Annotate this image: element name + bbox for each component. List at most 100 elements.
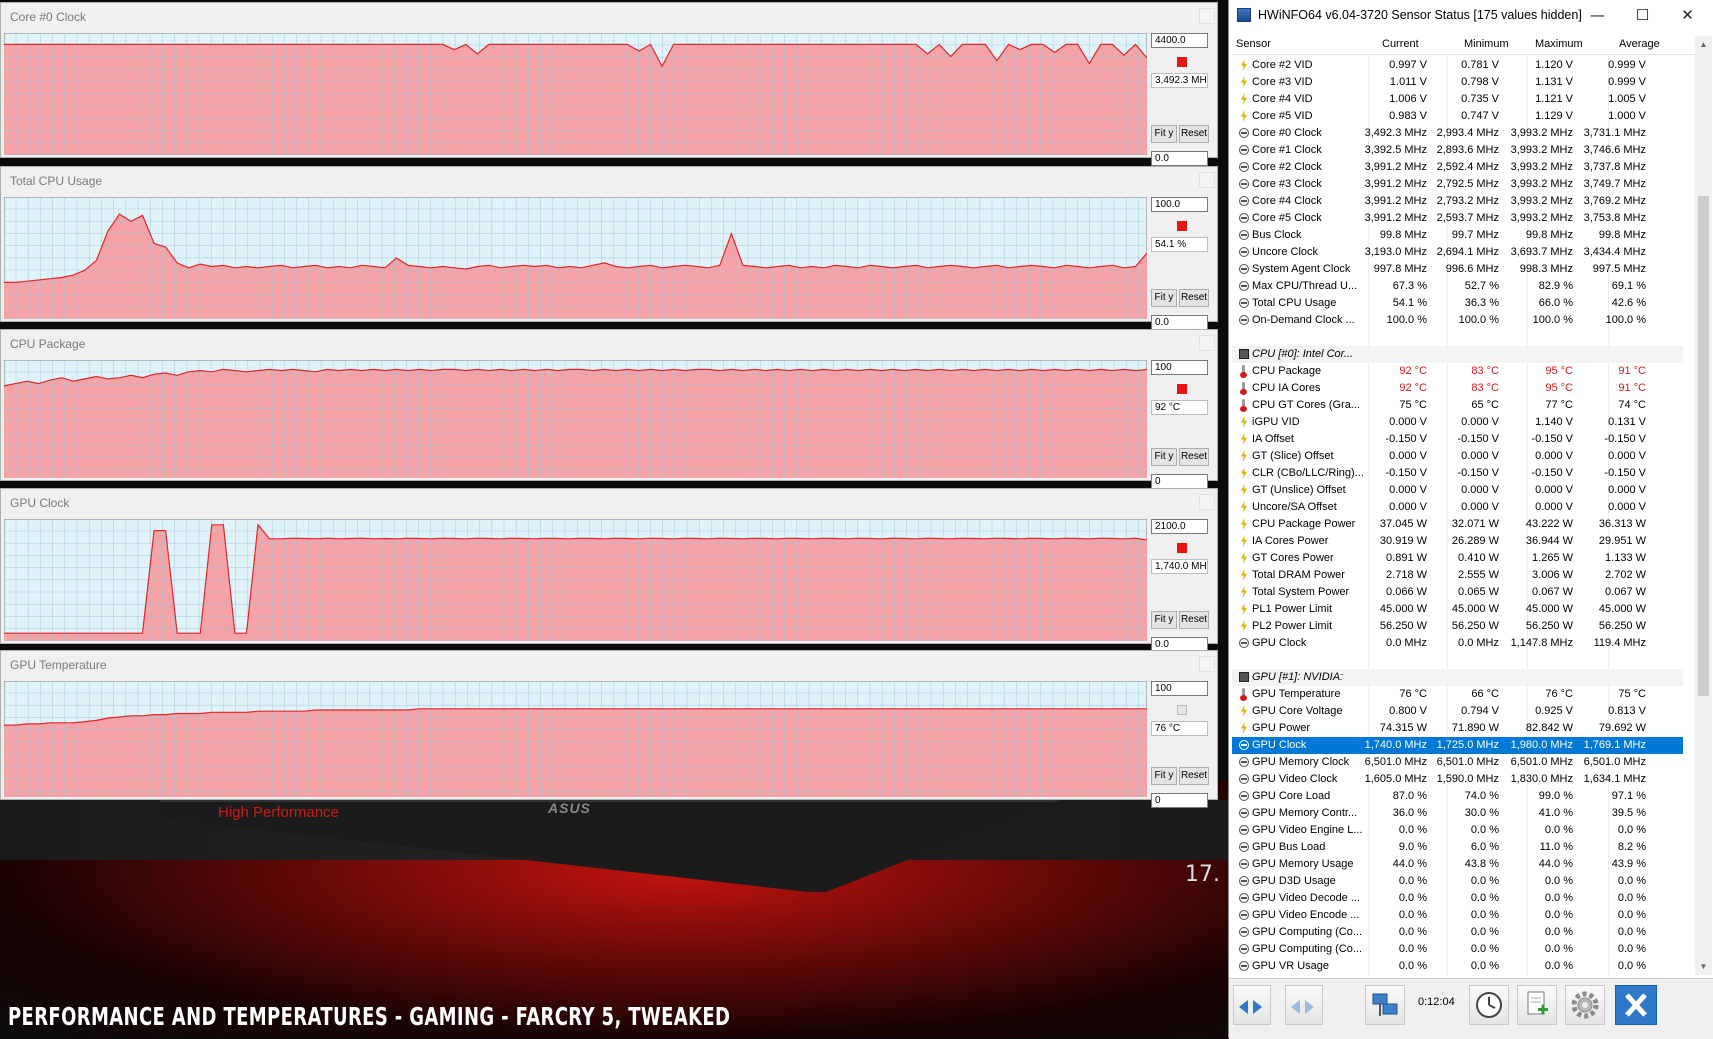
graph-max-input[interactable]: 100 <box>1151 681 1208 696</box>
sensor-row[interactable]: IA Offset -0.150 V -0.150 V -0.150 V -0.150 … <box>1232 431 1683 448</box>
sensor-row[interactable]: System Agent Clock 997.8 MHz 996.6 MHz 998.… <box>1232 261 1683 278</box>
sensor-row[interactable]: Core #5 Clock 3,991.2 MHz 2,593.7 MHz 3,993… <box>1232 210 1683 227</box>
network-button[interactable] <box>1365 985 1405 1025</box>
graph-min-input[interactable]: 0.0 <box>1151 151 1208 166</box>
sensor-row[interactable]: GT (Unslice) Offset 0.000 V 0.000 V 0.000 V… <box>1232 482 1683 499</box>
scroll-thumb[interactable] <box>1698 196 1709 696</box>
graph-min-input[interactable]: 0 <box>1151 793 1208 808</box>
sensor-row[interactable]: Core #4 VID 1.006 V 0.735 V 1.121 V 1.005 V <box>1232 91 1683 108</box>
sensor-row[interactable]: CLR (CBo/LLC/Ring)... -0.150 V -0.150 V -0.… <box>1232 465 1683 482</box>
graph-close-button[interactable] <box>1199 494 1215 510</box>
sensor-row[interactable]: GPU Computing (Co... 0.0 % 0.0 % 0.0 % 0.0 % <box>1232 941 1683 958</box>
graph-color-swatch[interactable] <box>1177 57 1187 67</box>
fit-y-button[interactable]: Fit y <box>1151 611 1177 629</box>
sensor-row[interactable]: GPU Computing (Co... 0.0 % 0.0 % 0.0 % 0.0 % <box>1232 924 1683 941</box>
column-header-sensor[interactable]: Sensor <box>1236 38 1271 50</box>
sensor-row[interactable]: Total CPU Usage 54.1 % 36.3 % 66.0 % 42.6 % <box>1232 295 1683 312</box>
close-button[interactable]: ✕ <box>1665 0 1710 30</box>
maximize-button[interactable]: ☐ <box>1620 0 1665 30</box>
column-header-maximum[interactable]: Maximum <box>1535 38 1583 50</box>
scroll-up-icon[interactable]: ▲ <box>1695 36 1712 53</box>
graph-close-button[interactable] <box>1199 8 1215 24</box>
fit-y-button[interactable]: Fit y <box>1151 125 1177 143</box>
sensor-row[interactable]: PL2 Power Limit 56.250 W 56.250 W 56.250 W5… <box>1232 618 1683 635</box>
reset-button[interactable]: Reset <box>1179 448 1209 466</box>
graph-min-input[interactable]: 0 <box>1151 474 1208 489</box>
sensor-row[interactable]: Core #1 Clock 3,392.5 MHz 2,893.6 MHz 3,993… <box>1232 142 1683 159</box>
graph-min-input[interactable]: 0.0 <box>1151 315 1208 330</box>
sensor-row[interactable]: PL1 Power Limit 45.000 W 45.000 W 45.000 W4… <box>1232 601 1683 618</box>
sensor-row[interactable]: GPU Bus Load 9.0 % 6.0 % 11.0 % 8.2 % <box>1232 839 1683 856</box>
column-header-average[interactable]: Average <box>1619 38 1660 50</box>
sensor-group-row[interactable]: GPU [#1]: NVIDIA: <box>1232 669 1683 686</box>
sensor-row[interactable]: GPU Memory Contr... 36.0 % 30.0 % 41.0 % 39.… <box>1232 805 1683 822</box>
close-sensors-button[interactable] <box>1615 985 1657 1025</box>
sensor-row[interactable]: Core #3 VID 1.011 V 0.798 V 1.131 V 0.999 V <box>1232 74 1683 91</box>
sensor-row[interactable]: Core #2 Clock 3,991.2 MHz 2,592.4 MHz 3,993… <box>1232 159 1683 176</box>
graph-color-swatch[interactable] <box>1177 384 1187 394</box>
graph-close-button[interactable] <box>1199 335 1215 351</box>
navigate-sensors-button[interactable] <box>1233 985 1271 1025</box>
sensor-row[interactable]: Core #0 Clock 3,492.3 MHz 2,993.4 MHz 3,993… <box>1232 125 1683 142</box>
graph-close-button[interactable] <box>1199 172 1215 188</box>
sensor-row[interactable]: GPU Clock 1,740.0 MHz 1,725.0 MHz 1,980.0 M… <box>1232 737 1683 754</box>
clock-button[interactable] <box>1469 985 1509 1025</box>
scroll-down-icon[interactable]: ▼ <box>1695 958 1712 975</box>
graph-max-input[interactable]: 100 <box>1151 360 1208 375</box>
sensor-row[interactable]: GPU Memory Clock 6,501.0 MHz 6,501.0 MHz 6,… <box>1232 754 1683 771</box>
sensor-row[interactable]: GT Cores Power 0.891 W 0.410 W 1.265 W 1.133… <box>1232 550 1683 567</box>
fit-y-button[interactable]: Fit y <box>1151 289 1177 307</box>
reset-button[interactable]: Reset <box>1179 611 1209 629</box>
sensor-row[interactable]: Core #4 Clock 3,991.2 MHz 2,793.2 MHz 3,993… <box>1232 193 1683 210</box>
sensor-row[interactable]: GPU Temperature 76 °C 66 °C 76 °C 75 °C <box>1232 686 1683 703</box>
sensor-row[interactable]: On-Demand Clock ... 100.0 % 100.0 % 100.0 %… <box>1232 312 1683 329</box>
sensor-row[interactable]: Bus Clock 99.8 MHz 99.7 MHz 99.8 MHz 99.8 MH… <box>1232 227 1683 244</box>
reset-button[interactable]: Reset <box>1179 289 1209 307</box>
sensor-row[interactable]: Total System Power 0.066 W 0.065 W 0.067 W0… <box>1232 584 1683 601</box>
reset-button[interactable]: Reset <box>1179 125 1209 143</box>
graph-color-swatch[interactable] <box>1177 221 1187 231</box>
sensor-row[interactable]: GPU Core Load 87.0 % 74.0 % 99.0 % 97.1 % <box>1232 788 1683 805</box>
column-header-current[interactable]: Current <box>1382 38 1419 50</box>
settings-button[interactable] <box>1565 985 1605 1025</box>
sensor-row[interactable]: GPU Clock 0.0 MHz 0.0 MHz 1,147.8 MHz 119.4 … <box>1232 635 1683 652</box>
fit-y-button[interactable]: Fit y <box>1151 767 1177 785</box>
navigate-sensors-alt-button[interactable] <box>1285 985 1323 1025</box>
sensor-row[interactable]: GPU Video Clock 1,605.0 MHz 1,590.0 MHz 1,8… <box>1232 771 1683 788</box>
sensor-row[interactable]: CPU IA Cores 92 °C 83 °C 95 °C 91 °C <box>1232 380 1683 397</box>
sensor-group-row[interactable]: CPU [#0]: Intel Cor... <box>1232 346 1683 363</box>
sensor-scrollbar[interactable]: ▲ ▼ <box>1695 36 1712 975</box>
add-report-button[interactable] <box>1517 985 1557 1025</box>
sensor-row[interactable]: GPU Video Engine L... 0.0 % 0.0 % 0.0 % 0.0 … <box>1232 822 1683 839</box>
fit-y-button[interactable]: Fit y <box>1151 448 1177 466</box>
sensor-row[interactable]: Uncore/SA Offset 0.000 V 0.000 V 0.000 V 0.0… <box>1232 499 1683 516</box>
minimize-button[interactable]: — <box>1575 0 1620 30</box>
column-header-minimum[interactable]: Minimum <box>1464 38 1509 50</box>
graph-max-input[interactable]: 100.0 <box>1151 197 1208 212</box>
sensor-row[interactable]: CPU Package Power 37.045 W 32.071 W 43.222 … <box>1232 516 1683 533</box>
sensor-row[interactable]: Core #5 VID 0.983 V 0.747 V 1.129 V 1.000 V <box>1232 108 1683 125</box>
sensor-row[interactable]: Core #3 Clock 3,991.2 MHz 2,792.5 MHz 3,993… <box>1232 176 1683 193</box>
sensor-row[interactable]: GPU Video Decode ... 0.0 % 0.0 % 0.0 % 0.0 % <box>1232 890 1683 907</box>
sensor-row[interactable]: Core #2 VID 0.997 V 0.781 V 1.120 V 0.999 V <box>1232 57 1683 74</box>
sensor-row[interactable]: GT (Slice) Offset 0.000 V 0.000 V 0.000 V 0.… <box>1232 448 1683 465</box>
sensor-row[interactable]: Max CPU/Thread U... 67.3 % 52.7 % 82.9 % 69.… <box>1232 278 1683 295</box>
reset-button[interactable]: Reset <box>1179 767 1209 785</box>
sensor-row[interactable]: GPU Power 74.315 W 71.890 W 82.842 W 79.692 … <box>1232 720 1683 737</box>
sensor-row[interactable]: GPU Core Voltage 0.800 V 0.794 V 0.925 V 0.8… <box>1232 703 1683 720</box>
sensor-row[interactable]: CPU Package 92 °C 83 °C 95 °C 91 °C <box>1232 363 1683 380</box>
sensor-row[interactable]: IA Cores Power 30.919 W 26.289 W 36.944 W 29… <box>1232 533 1683 550</box>
graph-color-swatch[interactable] <box>1177 705 1187 715</box>
hwinfo-titlebar[interactable]: HWiNFO64 v6.04-3720 Sensor Status [175 v… <box>1229 0 1713 30</box>
sensor-row[interactable]: GPU D3D Usage 0.0 % 0.0 % 0.0 % 0.0 % <box>1232 873 1683 890</box>
sensor-row[interactable]: CPU GT Cores (Gra... 75 °C 65 °C 77 °C 74 °C <box>1232 397 1683 414</box>
sensor-row[interactable]: GPU VR Usage 0.0 % 0.0 % 0.0 % 0.0 % <box>1232 958 1683 975</box>
graph-color-swatch[interactable] <box>1177 543 1187 553</box>
sensor-row[interactable]: Uncore Clock 3,193.0 MHz 2,694.1 MHz 3,693.… <box>1232 244 1683 261</box>
sensor-row[interactable]: GPU Video Encode ... 0.0 % 0.0 % 0.0 % 0.0 % <box>1232 907 1683 924</box>
graph-close-button[interactable] <box>1199 656 1215 672</box>
graph-max-input[interactable]: 4400.0 <box>1151 33 1208 48</box>
graph-max-input[interactable]: 2100.0 <box>1151 519 1208 534</box>
sensor-row[interactable]: Total DRAM Power 2.718 W 2.555 W 3.006 W 2.7… <box>1232 567 1683 584</box>
sensor-row[interactable]: iGPU VID 0.000 V 0.000 V 1.140 V 0.131 V <box>1232 414 1683 431</box>
